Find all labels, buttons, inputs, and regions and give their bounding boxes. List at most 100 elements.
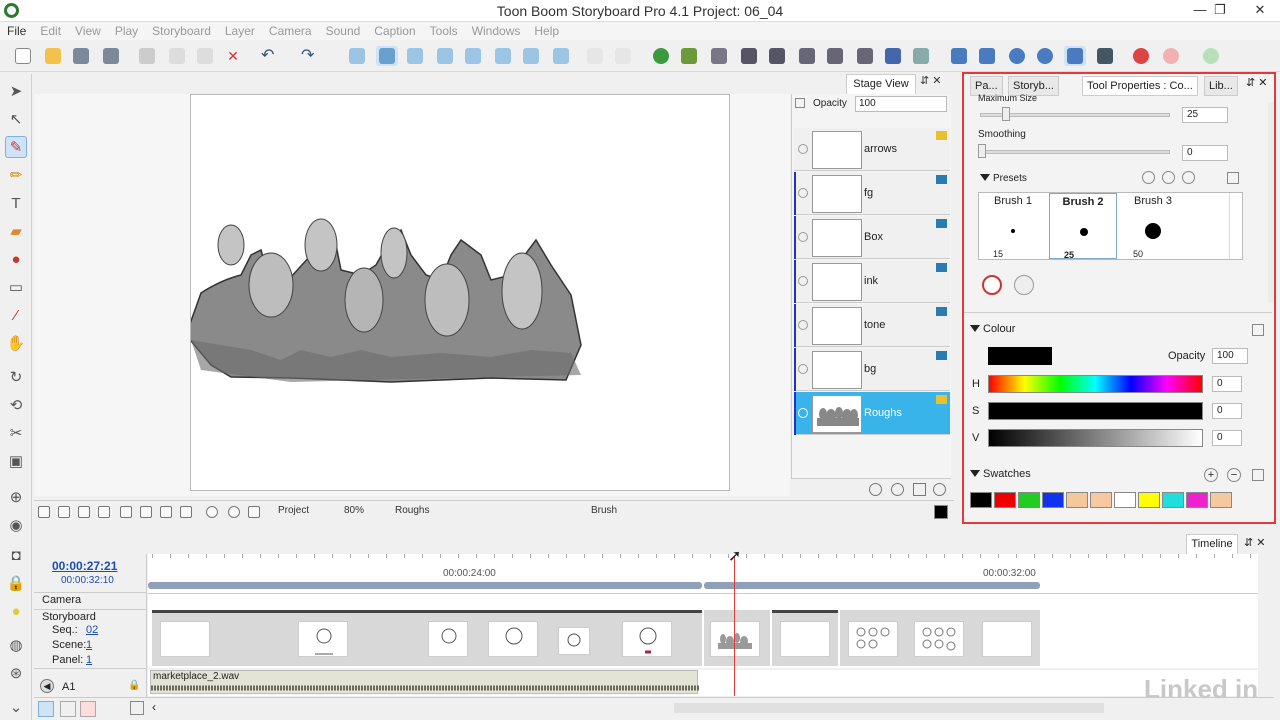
menu-windows[interactable]: Windows: [465, 22, 528, 38]
colour-swatch[interactable]: [1018, 492, 1040, 508]
onion-icon[interactable]: ◍: [5, 634, 27, 656]
expand-icon[interactable]: ⌄: [5, 696, 27, 718]
menu-edit[interactable]: Edit: [33, 22, 68, 38]
current-colour-swatch[interactable]: [934, 505, 948, 519]
add-panel-icon[interactable]: [38, 701, 54, 717]
panel-thumbnail[interactable]: [914, 621, 964, 657]
smoothing-slider-handle[interactable]: [978, 144, 986, 158]
panel-thumbnail[interactable]: [558, 627, 590, 655]
mask-icon[interactable]: [98, 506, 110, 518]
new-preset-icon[interactable]: [1142, 171, 1155, 184]
scene-bar[interactable]: [704, 582, 1040, 589]
delete-layer-icon[interactable]: [933, 483, 946, 496]
save-as-icon[interactable]: [100, 46, 122, 66]
visibility-icon[interactable]: [798, 276, 808, 286]
layer-row-fg[interactable]: fg: [794, 172, 950, 215]
brush-preset-icon[interactable]: [1160, 46, 1182, 66]
max-size-slider-handle[interactable]: [1002, 107, 1010, 121]
add-vector-layer-icon[interactable]: [891, 483, 904, 496]
scroll-left-icon[interactable]: ‹: [152, 700, 156, 714]
redo-icon[interactable]: ↷: [298, 46, 320, 66]
pen-pressure-icon[interactable]: [180, 506, 192, 518]
visibility-icon[interactable]: [798, 232, 808, 242]
layer-options-icon[interactable]: [795, 98, 805, 108]
colour-swatch[interactable]: [1090, 492, 1112, 508]
menu-file[interactable]: File: [0, 22, 33, 38]
preset-brush-2[interactable]: Brush 2 25: [1049, 193, 1117, 260]
stage-panel-controls[interactable]: ⇵ ✕: [920, 74, 956, 92]
colour-menu-icon[interactable]: [1252, 324, 1264, 336]
horizontal-scrollbar[interactable]: [674, 703, 1104, 713]
visibility-icon[interactable]: [798, 364, 808, 374]
pressure-settings-icon[interactable]: [1014, 275, 1034, 295]
play-icon[interactable]: [1006, 46, 1028, 66]
tab-library[interactable]: Lib...: [1204, 76, 1238, 96]
zoom-menu[interactable]: 80%: [344, 505, 364, 516]
colour-swatch[interactable]: [1138, 492, 1160, 508]
layer-row-box[interactable]: Box: [794, 216, 950, 259]
menu-sound[interactable]: Sound: [319, 22, 368, 38]
panel-thumbnail[interactable]: [780, 621, 830, 657]
scrollbar[interactable]: [1268, 102, 1274, 302]
menu-caption[interactable]: Caption: [367, 22, 422, 38]
preset-menu-icon[interactable]: [1227, 172, 1239, 184]
layer-row-arrows[interactable]: arrows: [794, 128, 950, 171]
3d-icon[interactable]: [650, 46, 672, 66]
prev-frame-icon[interactable]: [976, 46, 998, 66]
quality-icon[interactable]: [248, 506, 260, 518]
panel-selected[interactable]: [704, 610, 770, 666]
rename-preset-icon[interactable]: [1162, 171, 1175, 184]
sound-scrub-icon[interactable]: [1094, 46, 1116, 66]
rectangle-tool-icon[interactable]: ▭: [5, 276, 27, 298]
seq-link[interactable]: 02: [86, 624, 98, 636]
cutter-tool-icon[interactable]: ✂: [5, 422, 27, 444]
menu-view[interactable]: View: [68, 22, 108, 38]
duplicate-layer-icon[interactable]: [913, 483, 926, 496]
camera-align-icon[interactable]: [824, 46, 846, 66]
panel[interactable]: [772, 610, 838, 666]
colour-swatch[interactable]: [994, 492, 1016, 508]
layer-row-tone[interactable]: tone: [794, 304, 950, 347]
contour-editor-icon[interactable]: ↖: [5, 108, 27, 130]
audio-lock-icon[interactable]: 🔒: [128, 680, 140, 691]
add-swatch-icon[interactable]: +: [1204, 468, 1218, 482]
eraser-tool-icon[interactable]: ▰: [5, 220, 27, 242]
timeline-panel-controls[interactable]: ⇵ ✕: [1244, 536, 1266, 549]
add-layer-icon[interactable]: [869, 483, 882, 496]
panel-group[interactable]: [152, 610, 702, 666]
menu-camera[interactable]: Camera: [262, 22, 319, 38]
panel-thumbnail[interactable]: [982, 621, 1032, 657]
panel-thumbnail[interactable]: [488, 621, 538, 657]
delete-icon[interactable]: ✕: [222, 46, 244, 66]
menu-play[interactable]: Play: [108, 22, 145, 38]
safe-area-icon[interactable]: [78, 506, 90, 518]
open-project-icon[interactable]: [42, 46, 64, 66]
camera-reset-icon[interactable]: [796, 46, 818, 66]
swatch-menu-icon[interactable]: [1252, 469, 1264, 481]
swatches-header[interactable]: Swatches: [970, 468, 1031, 480]
rotate-view-icon[interactable]: [206, 506, 218, 518]
camera-track[interactable]: [148, 594, 1258, 610]
thumbnails-icon[interactable]: [462, 46, 484, 66]
marker-icon[interactable]: ⊛: [5, 662, 27, 684]
saturation-field[interactable]: 0: [1212, 403, 1242, 419]
max-size-field[interactable]: 25: [1182, 107, 1228, 123]
speaker-icon[interactable]: ◀: [40, 679, 54, 693]
caption-icon[interactable]: [160, 506, 172, 518]
layer-row-bg[interactable]: bg: [794, 348, 950, 391]
visibility-icon[interactable]: [798, 408, 808, 418]
timeline-menu-icon[interactable]: [130, 701, 144, 715]
camera-view-icon[interactable]: ▣: [5, 450, 27, 472]
save-icon[interactable]: [70, 46, 92, 66]
panel-thumbnail[interactable]: [428, 621, 468, 657]
panel-thumbnail[interactable]: [160, 621, 210, 657]
colour-icon[interactable]: [1130, 46, 1152, 66]
table-view-icon[interactable]: [520, 46, 542, 66]
loop-icon[interactable]: [1034, 46, 1056, 66]
add-scene-icon[interactable]: [60, 701, 76, 717]
panel-thumbnail[interactable]: [622, 621, 672, 657]
preset-brush-3[interactable]: Brush 3 50: [1119, 193, 1187, 259]
presets-header[interactable]: Presets: [980, 173, 1027, 184]
paste-icon[interactable]: [194, 46, 216, 66]
current-time[interactable]: 00:00:27:21: [52, 559, 117, 573]
